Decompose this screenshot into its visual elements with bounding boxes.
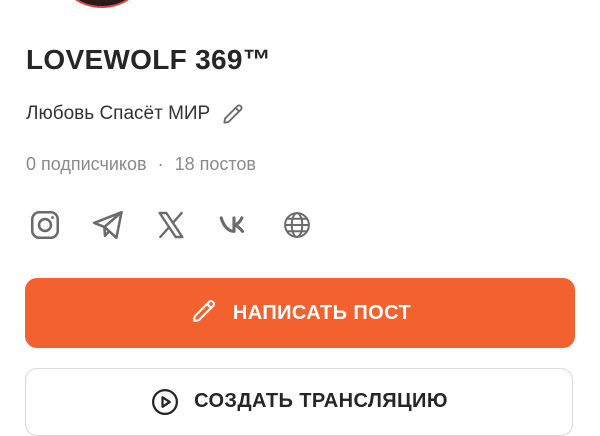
write-post-label: НАПИСАТЬ ПОСТ: [232, 301, 412, 324]
social-links: [26, 205, 341, 245]
pencil-icon: [189, 296, 219, 331]
write-post-button[interactable]: НАПИСАТЬ ПОСТ: [25, 278, 575, 348]
vk-icon[interactable]: [215, 206, 253, 244]
x-icon[interactable]: [152, 206, 190, 244]
create-stream-button[interactable]: СОЗДАТЬ ТРАНСЛЯЦИЮ: [25, 368, 573, 436]
profile-stats: 0 подписчиков · 18 постов: [26, 150, 256, 178]
profile-status: Любовь Спасёт МИР: [26, 103, 211, 124]
profile-name: LOVEWOLF 369™: [26, 44, 272, 75]
subscribers-count[interactable]: 0 подписчиков: [26, 154, 147, 175]
instagram-icon[interactable]: [26, 206, 64, 244]
create-stream-label: СОЗДАТЬ ТРАНСЛЯЦИЮ: [194, 390, 448, 412]
telegram-icon[interactable]: [89, 206, 127, 244]
avatar[interactable]: [60, 0, 144, 8]
edit-pencil-icon[interactable]: [218, 99, 248, 129]
status-row: Любовь Спасёт МИР: [26, 96, 248, 132]
play-circle-icon: [150, 387, 180, 417]
posts-count: 18 постов: [174, 153, 256, 174]
globe-icon[interactable]: [278, 206, 316, 244]
stats-separator: ·: [157, 153, 164, 174]
